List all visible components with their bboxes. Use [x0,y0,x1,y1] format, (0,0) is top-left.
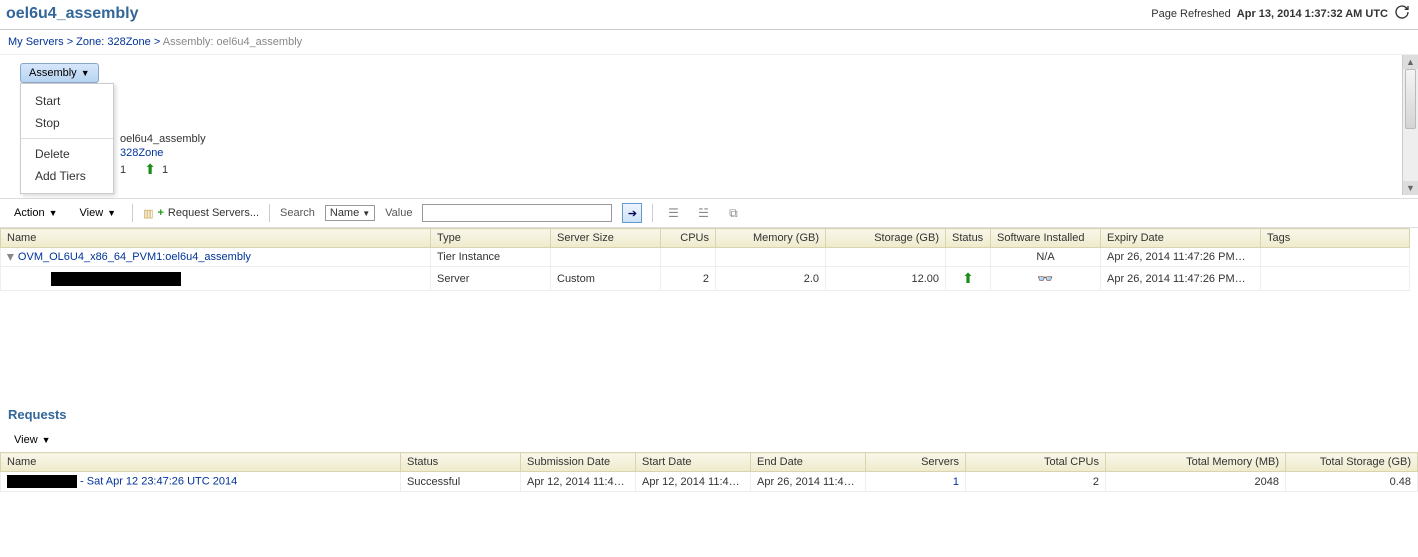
scrollbar[interactable]: ▲ ▼ [1402,55,1418,195]
scroll-up-icon[interactable]: ▲ [1403,55,1418,69]
servers-table: Name Type Server Size CPUs Memory (GB) S… [0,228,1410,291]
servers-count-link[interactable]: 1 [953,476,959,488]
assembly-button[interactable]: Assembly▼ [20,63,99,83]
redacted-request-name [7,475,77,488]
menu-delete[interactable]: Delete [21,143,113,165]
redacted-server-name [51,272,181,286]
tree-expand-icon[interactable]: ▶ [5,254,16,261]
menu-start[interactable]: Start [21,90,113,112]
scroll-thumb[interactable] [1405,69,1416,129]
tier-instance-link[interactable]: OVM_OL6U4_x86_64_PVM1:oel6u4_assembly [18,251,251,263]
col-name[interactable]: Name [1,229,431,248]
rcol-end[interactable]: End Date [751,453,866,472]
scroll-down-icon[interactable]: ▼ [1403,181,1418,195]
toolbar-icon-2[interactable]: ☱ [693,203,713,223]
requests-table: Name Status Submission Date Start Date E… [0,452,1418,492]
breadcrumb-current: Assembly: oel6u4_assembly [163,36,302,48]
col-memory[interactable]: Memory (GB) [716,229,826,248]
table-row[interactable]: - Sat Apr 12 23:47:26 UTC 2014 Successfu… [1,472,1418,492]
detach-icon[interactable]: ⧉ [723,203,743,223]
page-title: oel6u4_assembly [6,5,139,23]
rcol-start[interactable]: Start Date [636,453,751,472]
plus-icon: + [157,207,163,219]
requests-view-button[interactable]: View▼ [8,430,57,450]
rcol-mem[interactable]: Total Memory (MB) [1106,453,1286,472]
search-field-select[interactable]: Name▼ [325,205,375,221]
rcol-status[interactable]: Status [401,453,521,472]
assembly-details: oel6u4_assembly 328Zone 1 ⬆ 1 [120,133,1418,178]
breadcrumb-zone[interactable]: Zone: 328Zone [76,36,151,48]
chevron-down-icon: ▼ [362,209,370,218]
count-1: 1 [120,164,126,176]
zone-link[interactable]: 328Zone [120,147,163,159]
rcol-submission[interactable]: Submission Date [521,453,636,472]
rcol-cpus[interactable]: Total CPUs [966,453,1106,472]
menu-add-tiers[interactable]: Add Tiers [21,165,113,187]
menu-separator [21,138,113,139]
breadcrumb-my-servers[interactable]: My Servers [8,36,64,48]
document-icon: ▥ [143,207,153,220]
chevron-down-icon: ▼ [49,208,58,218]
breadcrumb: My Servers > Zone: 328Zone > Assembly: o… [0,30,1418,55]
col-tags[interactable]: Tags [1261,229,1410,248]
col-storage[interactable]: Storage (GB) [826,229,946,248]
status-up-icon: ⬆ [144,161,156,178]
view-button[interactable]: View▼ [74,203,123,223]
chevron-down-icon: ▼ [42,435,51,445]
assembly-menu: Start Stop Delete Add Tiers [20,83,114,194]
content-area: Assembly▼ Start Stop Delete Add Tiers ▲ … [0,55,1418,188]
count-2: 1 [162,164,168,176]
requests-title: Requests [0,401,1418,428]
col-software[interactable]: Software Installed [991,229,1101,248]
search-value-input[interactable] [422,204,612,222]
servers-toolbar: Action▼ View▼ ▥+ Request Servers... Sear… [0,198,1418,228]
table-row[interactable]: Server Custom 2 2.0 12.00 ⬆ 👓 Apr 26, 20… [1,267,1410,291]
request-servers-button[interactable]: ▥+ Request Servers... [143,207,259,220]
action-button[interactable]: Action▼ [8,203,64,223]
col-server-size[interactable]: Server Size [551,229,661,248]
col-expiry[interactable]: Expiry Date [1101,229,1261,248]
refresh-icon[interactable] [1394,4,1410,23]
rcol-name[interactable]: Name [1,453,401,472]
refresh-block: Page Refreshed Apr 13, 2014 1:37:32 AM U… [1151,4,1410,23]
refresh-label: Page Refreshed [1151,8,1231,20]
table-row[interactable]: ▶OVM_OL6U4_x86_64_PVM1:oel6u4_assembly T… [1,248,1410,267]
chevron-down-icon: ▼ [107,208,116,218]
refresh-timestamp: Apr 13, 2014 1:37:32 AM UTC [1237,8,1388,20]
toolbar-icon-1[interactable]: ☰ [663,203,683,223]
rcol-servers[interactable]: Servers [866,453,966,472]
search-go-button[interactable]: ➔ [622,203,642,223]
col-status[interactable]: Status [946,229,991,248]
rcol-storage[interactable]: Total Storage (GB) [1286,453,1418,472]
menu-stop[interactable]: Stop [21,112,113,134]
glasses-icon[interactable]: 👓 [1037,271,1053,286]
chevron-down-icon: ▼ [81,68,90,78]
col-cpus[interactable]: CPUs [661,229,716,248]
value-label: Value [385,207,412,219]
status-up-icon: ⬆ [962,270,974,286]
col-type[interactable]: Type [431,229,551,248]
assembly-name: oel6u4_assembly [120,133,206,145]
page-header: oel6u4_assembly Page Refreshed Apr 13, 2… [0,0,1418,30]
request-link[interactable]: - Sat Apr 12 23:47:26 UTC 2014 [77,475,237,487]
search-label: Search [280,207,315,219]
